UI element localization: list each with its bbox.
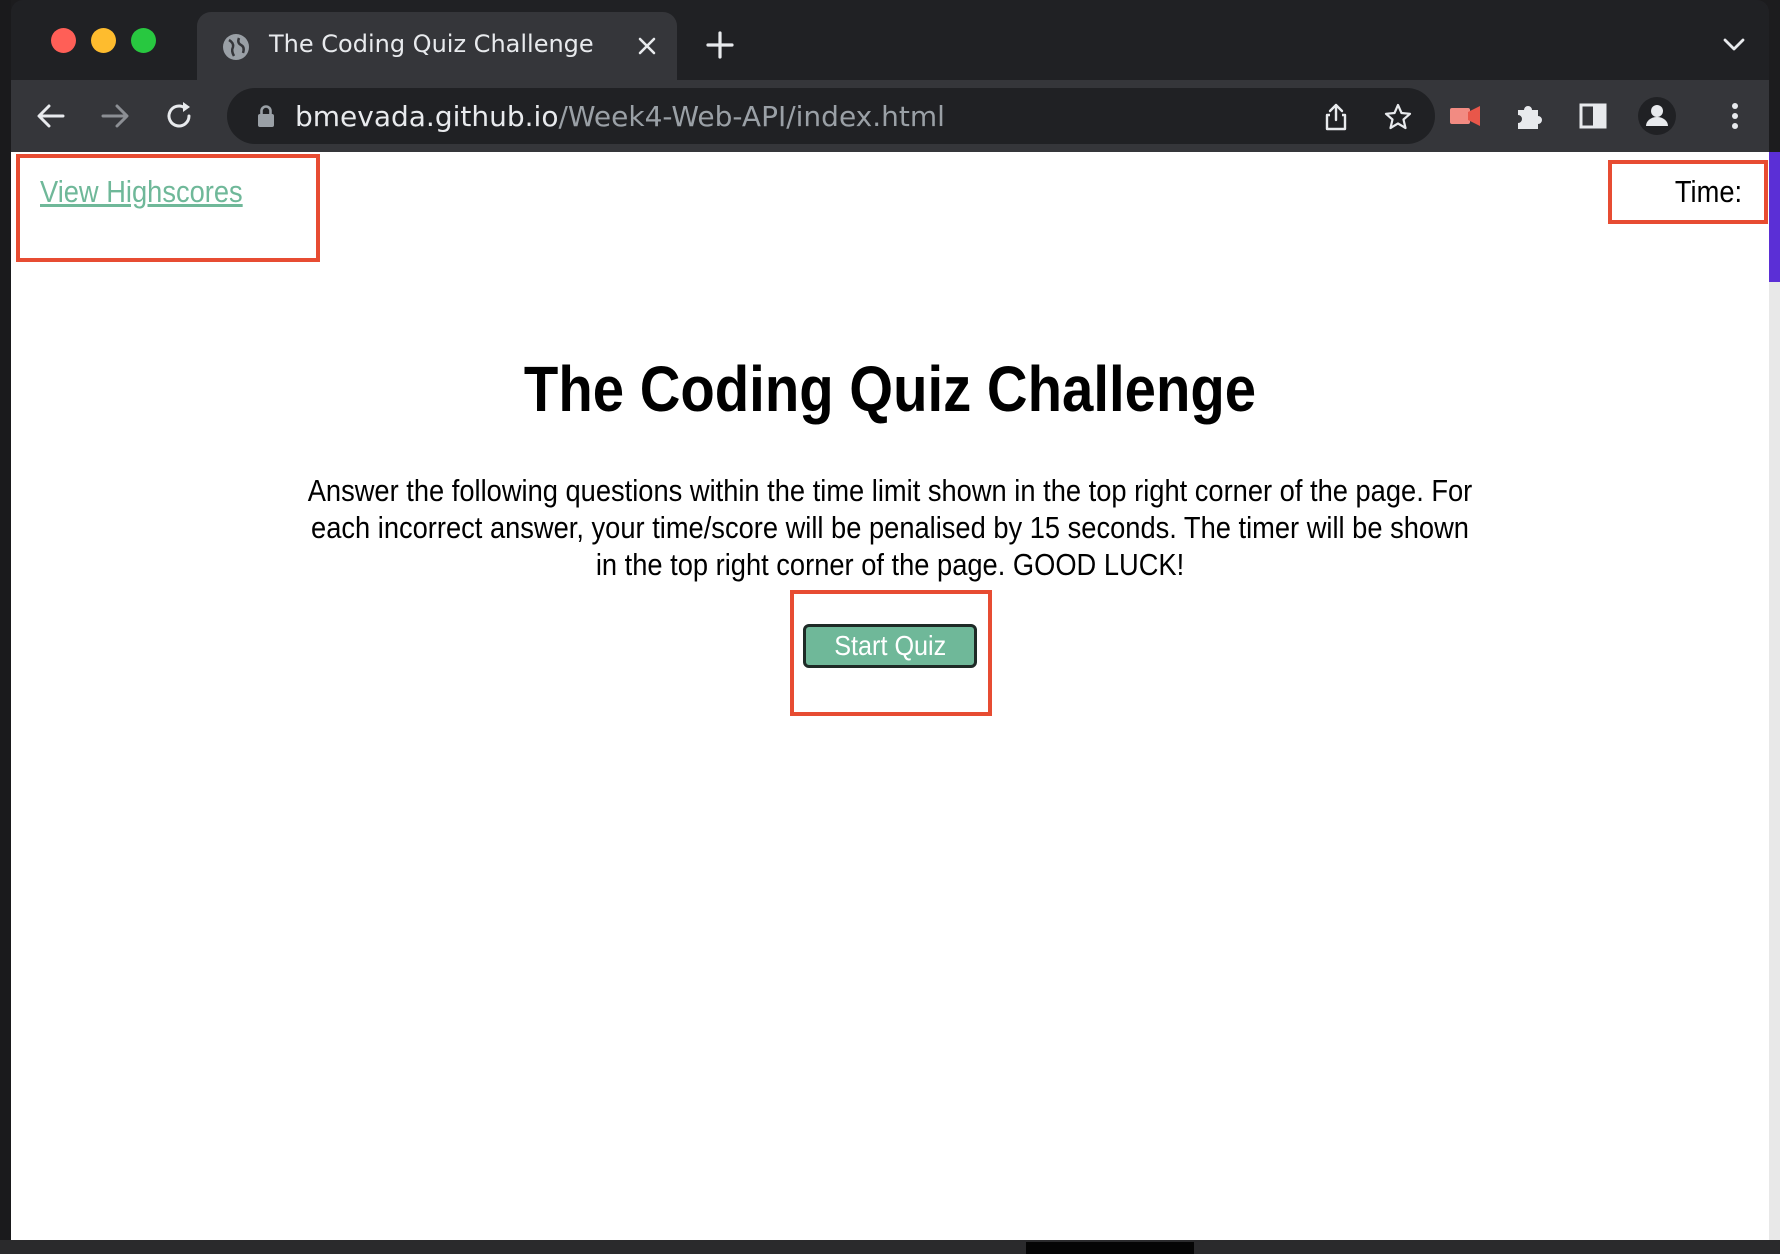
address-bar[interactable]: bmevada.github.io/Week4-Web-API/index.ht… bbox=[227, 88, 1435, 144]
url-text: bmevada.github.io/Week4-Web-API/index.ht… bbox=[295, 100, 945, 133]
screen-recorder-extension-icon[interactable] bbox=[1447, 98, 1483, 134]
browser-window: The Coding Quiz Challenge bmevada.github… bbox=[11, 0, 1769, 1240]
page-title: The Coding Quiz Challenge bbox=[523, 353, 1257, 425]
chevron-down-icon[interactable] bbox=[1721, 34, 1747, 54]
background-window-accent bbox=[1769, 152, 1780, 282]
url-host: bmevada.github.io bbox=[295, 100, 559, 133]
annotation-box-timer bbox=[1608, 160, 1768, 224]
bookmark-star-icon[interactable] bbox=[1383, 102, 1413, 132]
right-window-edge bbox=[1769, 152, 1780, 1240]
browser-toolbar: bmevada.github.io/Week4-Web-API/index.ht… bbox=[11, 80, 1769, 152]
tab-strip: The Coding Quiz Challenge bbox=[11, 0, 1769, 80]
kebab-menu-icon[interactable] bbox=[1717, 98, 1753, 134]
tab-title: The Coding Quiz Challenge bbox=[269, 30, 594, 58]
browser-tab[interactable]: The Coding Quiz Challenge bbox=[197, 12, 677, 80]
desktop-edge bbox=[0, 0, 11, 1254]
lock-icon[interactable] bbox=[255, 104, 277, 128]
share-icon[interactable] bbox=[1321, 102, 1351, 132]
annotation-box-highscores bbox=[16, 154, 320, 262]
close-tab-icon[interactable] bbox=[635, 34, 659, 58]
globe-icon bbox=[223, 34, 249, 60]
minimize-window-button[interactable] bbox=[91, 28, 116, 53]
url-path: /Week4-Web-API/index.html bbox=[558, 100, 945, 133]
profile-avatar-icon[interactable] bbox=[1637, 96, 1677, 136]
close-window-button[interactable] bbox=[51, 28, 76, 53]
forward-arrow-icon[interactable] bbox=[97, 98, 133, 134]
maximize-window-button[interactable] bbox=[131, 28, 156, 53]
extensions-puzzle-icon[interactable] bbox=[1511, 98, 1547, 134]
reload-icon[interactable] bbox=[161, 98, 197, 134]
annotation-box-start-button bbox=[790, 590, 992, 716]
quiz-instructions: Answer the following questions within th… bbox=[307, 473, 1473, 582]
page-content: View Highscores Time: The Coding Quiz Ch… bbox=[11, 152, 1769, 1240]
back-arrow-icon[interactable] bbox=[33, 98, 69, 134]
dock-item bbox=[1026, 1242, 1194, 1254]
desktop-bottom-strip bbox=[0, 1240, 1780, 1254]
new-tab-icon[interactable] bbox=[705, 30, 735, 60]
side-panel-icon[interactable] bbox=[1575, 98, 1611, 134]
